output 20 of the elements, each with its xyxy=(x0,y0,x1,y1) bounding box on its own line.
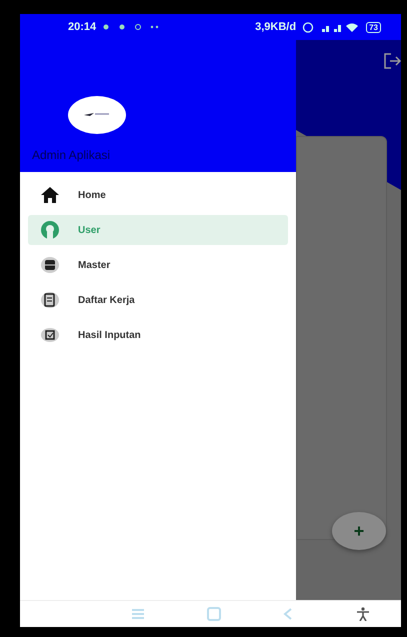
database-icon xyxy=(40,255,60,275)
menu-icon[interactable] xyxy=(130,608,145,620)
signal-icon xyxy=(320,22,360,32)
battery-icon: 73 xyxy=(366,22,381,32)
logout-icon[interactable] xyxy=(383,52,401,70)
drawer-title: Admin Aplikasi xyxy=(32,148,112,162)
document-icon xyxy=(40,290,60,310)
check-icon xyxy=(40,325,60,345)
square-icon[interactable] xyxy=(206,607,221,621)
menu-item[interactable]: Home xyxy=(28,180,288,210)
accessibility-icon[interactable] xyxy=(356,607,370,621)
status-time: 20:14 xyxy=(68,21,96,33)
menu-item[interactable]: Master xyxy=(28,250,288,280)
back-icon[interactable] xyxy=(282,608,294,620)
home-icon xyxy=(40,185,60,205)
logo-icon xyxy=(68,96,126,134)
user-icon xyxy=(40,220,60,240)
menu-item[interactable]: Daftar Kerja xyxy=(28,285,288,315)
network-speed: 3,9KB/d xyxy=(255,21,296,33)
menu-item[interactable]: Hasil Inputan xyxy=(28,320,288,350)
